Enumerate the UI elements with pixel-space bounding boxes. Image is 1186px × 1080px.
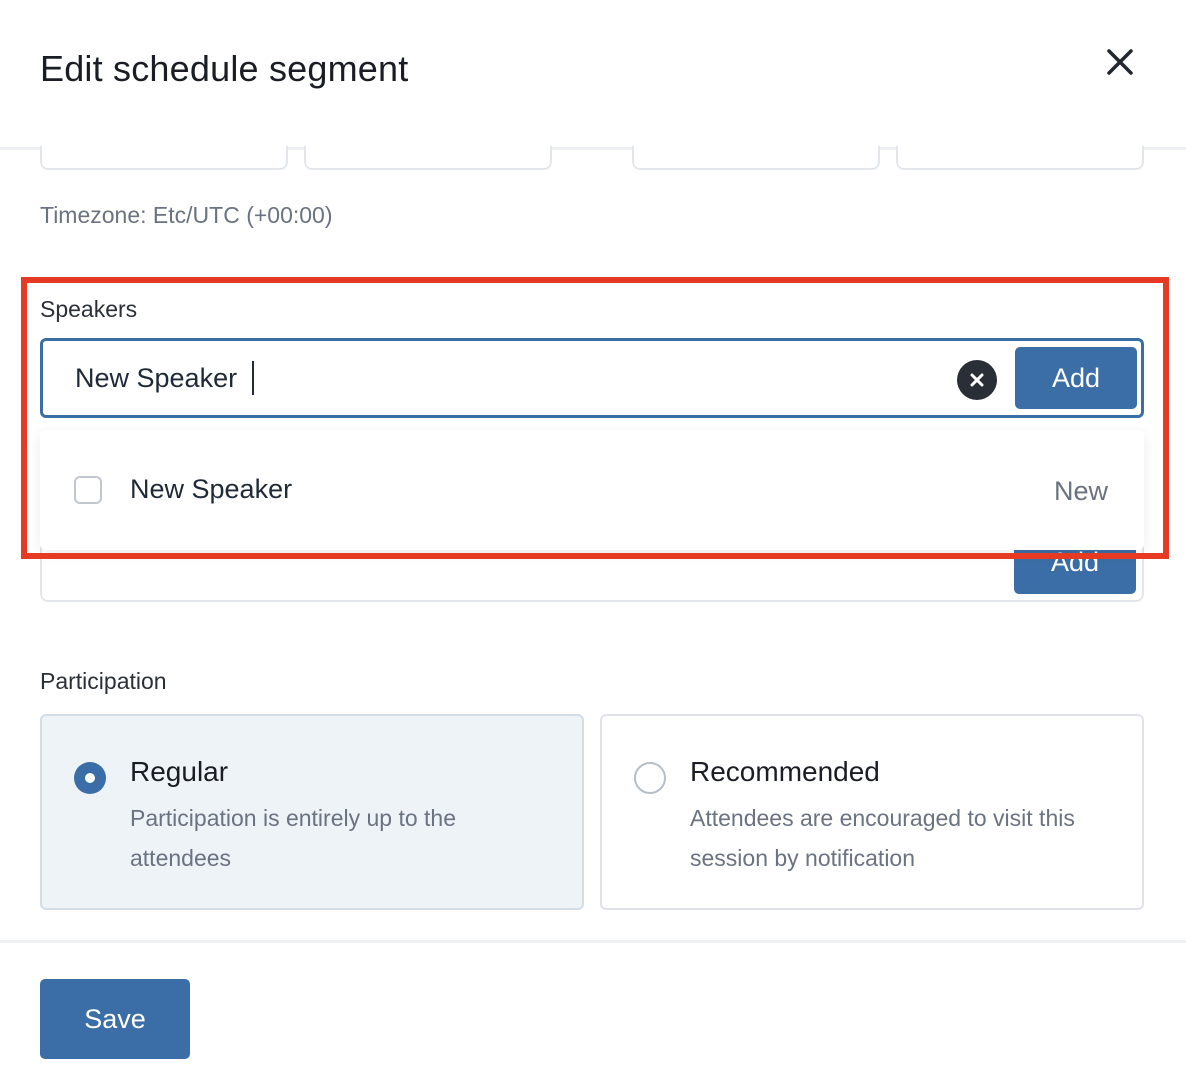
close-button[interactable] (1098, 40, 1142, 84)
timezone-text: Timezone: Etc/UTC (+00:00) (40, 202, 333, 228)
speaker-suggestion-checkbox[interactable] (74, 476, 102, 504)
speaker-search-input[interactable] (75, 357, 935, 399)
regular-title: Regular (130, 756, 229, 787)
regular-description: Participation is entirely up to the atte… (130, 805, 457, 871)
speaker-search-field[interactable]: Add (40, 338, 1144, 418)
save-button[interactable]: Save (40, 979, 190, 1059)
modal-header: Edit schedule segment (0, 0, 1186, 150)
participation-option-regular[interactable]: Regular Participation is entirely up to … (40, 714, 584, 910)
speaker-suggestion-item[interactable]: New Speaker New (40, 452, 1144, 528)
recommended-title: Recommended (690, 756, 880, 787)
speaker-suggestion-label: New Speaker (130, 474, 293, 504)
start-time-input[interactable] (304, 146, 552, 170)
start-date-input[interactable] (40, 146, 288, 170)
speaker-suggestions-dropdown: New Speaker New (40, 430, 1144, 550)
participation-label: Participation (40, 668, 167, 694)
clear-icon (970, 373, 984, 387)
speakers-label: Speakers (40, 296, 138, 322)
add-speaker-button[interactable]: Add (1015, 347, 1137, 409)
recommended-description: Attendees are encouraged to visit this s… (690, 805, 1075, 871)
end-time-input[interactable] (896, 146, 1144, 170)
text-caret (252, 361, 254, 395)
recommended-radio[interactable] (634, 762, 666, 794)
speaker-suggestion-new-tag: New (1053, 476, 1108, 506)
regular-radio[interactable] (74, 762, 106, 794)
modal-footer: Save (0, 940, 1186, 1080)
close-icon (1107, 49, 1133, 75)
end-date-input[interactable] (632, 146, 880, 170)
participation-option-recommended[interactable]: Recommended Attendees are encouraged to … (600, 714, 1144, 910)
clear-input-button[interactable] (957, 360, 997, 400)
modal-title: Edit schedule segment (40, 48, 409, 89)
